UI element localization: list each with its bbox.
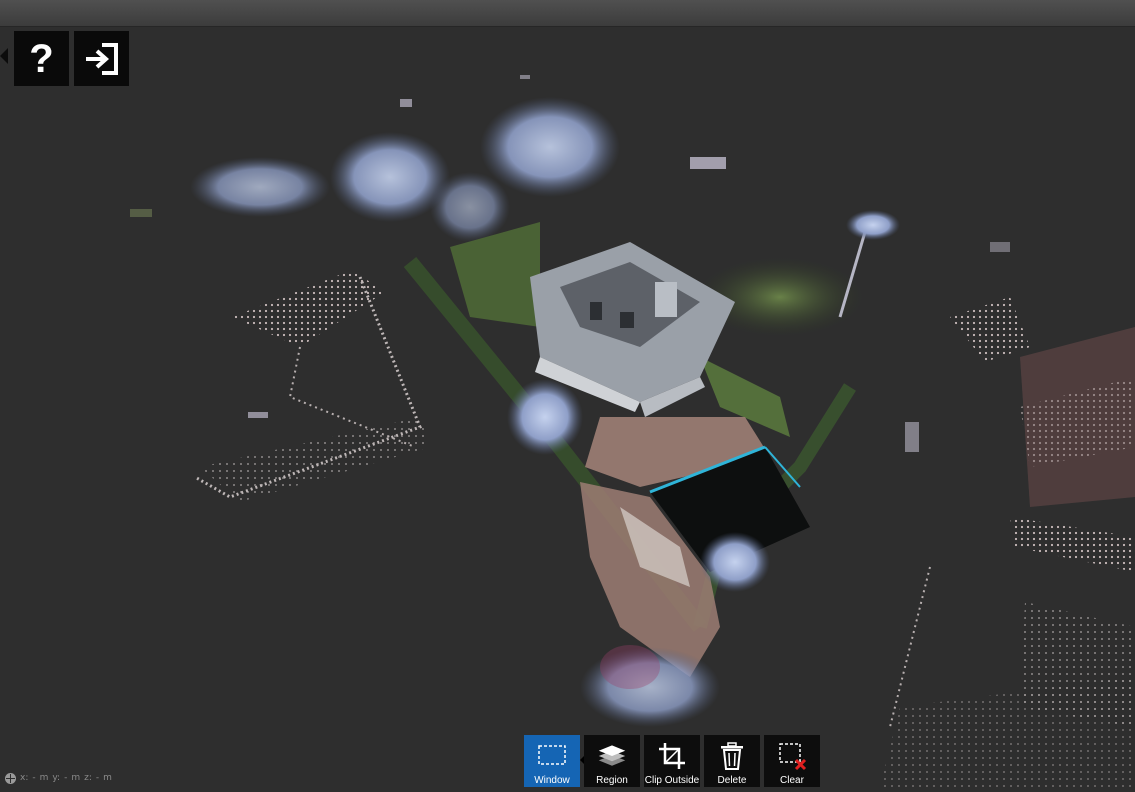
clip-outside-button[interactable]: Clip Outside — [644, 735, 700, 787]
region-button[interactable]: Region — [584, 735, 640, 787]
clear-button-label: Clear — [780, 775, 804, 786]
question-mark-icon: ? — [29, 36, 54, 81]
main-property-cloud — [190, 97, 865, 727]
right-buildings-cloud — [880, 297, 1135, 787]
coord-y-label: y: — [52, 773, 61, 783]
crop-icon — [657, 741, 687, 771]
clear-selection-icon — [777, 741, 807, 771]
exit-button[interactable] — [74, 31, 129, 86]
clip-outside-button-label: Clip Outside — [644, 775, 700, 786]
coord-z-label: z: — [84, 773, 92, 783]
coord-y-unit: m — [71, 773, 81, 783]
coordinate-readout: x: - m y: - m z: - m — [5, 771, 112, 785]
clear-button[interactable]: Clear — [764, 735, 820, 787]
panel-collapse-arrow[interactable] — [0, 48, 8, 64]
coord-z-unit: m — [103, 773, 112, 783]
point-cloud-viewport[interactable] — [0, 27, 1135, 787]
trash-icon — [717, 741, 747, 771]
top-title-strip — [0, 0, 1135, 27]
selection-toolbar: Window Region Clip Outside Delete Clear — [524, 735, 820, 787]
window-button[interactable]: Window — [524, 735, 580, 787]
point-cloud-scene — [130, 75, 1135, 787]
coord-x-value: - — [32, 773, 36, 783]
left-building-cloud — [194, 270, 430, 502]
help-button[interactable]: ? — [14, 31, 69, 86]
layers-icon — [597, 741, 627, 771]
crosshair-icon — [5, 772, 16, 784]
exit-icon — [85, 42, 118, 75]
region-button-label: Region — [596, 775, 628, 786]
coord-z-value: - — [95, 773, 100, 783]
window-button-label: Window — [534, 775, 570, 786]
window-select-icon — [537, 741, 567, 771]
coord-x-label: x: — [20, 773, 29, 783]
delete-button-label: Delete — [717, 775, 747, 786]
coord-x-unit: m — [39, 773, 49, 783]
coord-y-value: - — [64, 773, 68, 783]
delete-button[interactable]: Delete — [704, 735, 760, 787]
